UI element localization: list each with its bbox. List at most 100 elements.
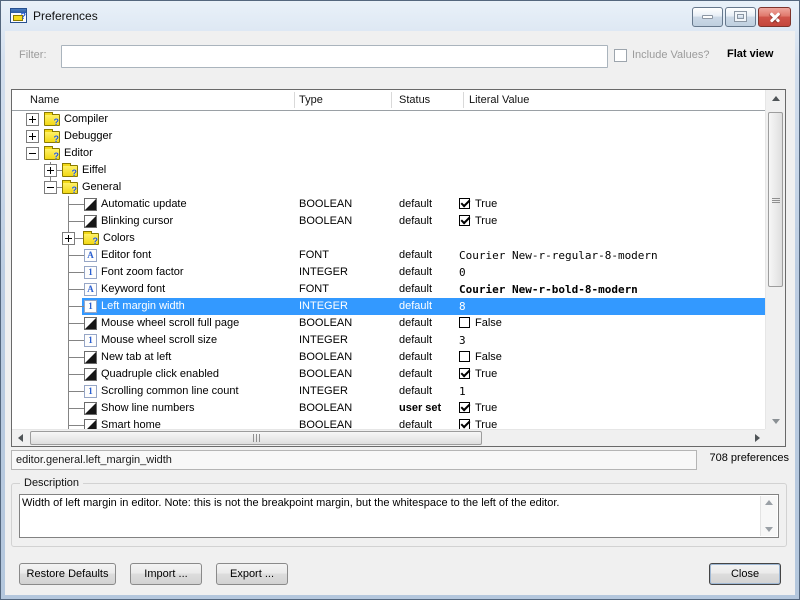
- pref-name-label: New tab at left: [101, 349, 171, 366]
- folder-question-icon: [83, 233, 99, 245]
- column-header-literal-value[interactable]: Literal Value: [469, 90, 529, 110]
- tree-row[interactable]: Automatic updateBOOLEANdefaultTrue: [12, 196, 765, 213]
- tree-row[interactable]: Editor: [12, 145, 765, 162]
- tree-row[interactable]: Mouse wheel scroll full pageBOOLEANdefau…: [12, 315, 765, 332]
- integer-pref-icon: 1: [84, 334, 97, 347]
- maximize-button[interactable]: [725, 7, 756, 27]
- tree-row[interactable]: General: [12, 179, 765, 196]
- description-text: Width of left margin in editor. Note: th…: [22, 496, 756, 510]
- pref-name-cell: 1 Mouse wheel scroll size: [12, 332, 765, 349]
- titlebar: ? Preferences: [1, 1, 799, 31]
- pref-name-cell: 1Left margin width: [12, 298, 765, 315]
- expand-icon[interactable]: [62, 232, 75, 245]
- value-checkbox[interactable]: [459, 351, 470, 362]
- export-button[interactable]: Export ...: [216, 563, 288, 585]
- import-button[interactable]: Import ...: [130, 563, 202, 585]
- column-header-name[interactable]: Name: [30, 90, 59, 110]
- boolean-pref-icon: [84, 402, 97, 415]
- column-separator[interactable]: [391, 92, 392, 108]
- tree-row[interactable]: Compiler: [12, 111, 765, 128]
- tree-row[interactable]: AKeyword fontFONTdefaultCourier New-r-bo…: [12, 281, 765, 298]
- boolean-pref-icon: [84, 368, 97, 381]
- column-header-type[interactable]: Type: [299, 90, 323, 110]
- scroll-right-button[interactable]: [748, 430, 765, 446]
- tree-row[interactable]: Show line numbersBOOLEANuser setTrue: [12, 400, 765, 417]
- collapse-icon[interactable]: [44, 181, 57, 194]
- horizontal-scrollbar-thumb[interactable]: [30, 431, 482, 445]
- tree-row[interactable]: 1Mouse wheel scroll sizeINTEGERdefault3: [12, 332, 765, 349]
- tree-row[interactable]: Quadruple click enabledBOOLEANdefaultTru…: [12, 366, 765, 383]
- pref-name-cell: Mouse wheel scroll full page: [12, 315, 765, 332]
- pref-status: default: [399, 315, 432, 332]
- pref-status: default: [399, 417, 432, 429]
- restore-defaults-button[interactable]: Restore Defaults: [19, 563, 116, 585]
- scroll-left-button[interactable]: [12, 430, 29, 446]
- close-button[interactable]: Close: [709, 563, 781, 585]
- minimize-button[interactable]: [692, 7, 723, 27]
- tree-connector: [68, 272, 84, 273]
- close-window-button[interactable]: [758, 7, 791, 27]
- tree-row[interactable]: 1Font zoom factorINTEGERdefault0: [12, 264, 765, 281]
- value-checkbox[interactable]: [459, 402, 470, 413]
- expand-icon[interactable]: [44, 164, 57, 177]
- scroll-down-button[interactable]: [766, 412, 785, 429]
- pref-type: BOOLEAN: [299, 196, 352, 213]
- description-scroll-down[interactable]: [761, 522, 777, 536]
- grid-rows: CompilerDebuggerEditorEiffelGeneralAutom…: [12, 111, 765, 429]
- expand-icon[interactable]: [26, 130, 39, 143]
- scroll-up-button[interactable]: [766, 90, 785, 107]
- pref-type: BOOLEAN: [299, 400, 352, 417]
- expand-icon[interactable]: [26, 113, 39, 126]
- horizontal-scrollbar[interactable]: [12, 429, 765, 446]
- arrow-up-icon: [772, 96, 780, 101]
- description-scrollbar[interactable]: [760, 496, 777, 536]
- preferences-grid: Name Type Status Literal Value CompilerD…: [11, 89, 786, 447]
- pref-type: BOOLEAN: [299, 417, 352, 429]
- value-checkbox[interactable]: [459, 419, 470, 429]
- tree-row[interactable]: Debugger: [12, 128, 765, 145]
- pref-name-cell: Automatic update: [12, 196, 765, 213]
- vertical-scrollbar[interactable]: [765, 90, 785, 429]
- pref-name-label: Mouse wheel scroll size: [101, 332, 217, 349]
- column-separator[interactable]: [294, 92, 295, 108]
- collapse-icon[interactable]: [26, 147, 39, 160]
- pref-type: INTEGER: [299, 383, 348, 400]
- pref-type: BOOLEAN: [299, 349, 352, 366]
- value-checkbox[interactable]: [459, 368, 470, 379]
- preferences-dialog: ? Preferences Filter: Include Values? Fl…: [0, 0, 800, 600]
- description-scroll-up[interactable]: [761, 496, 777, 510]
- pref-name-cell: New tab at left: [12, 349, 765, 366]
- value-checkbox[interactable]: [459, 215, 470, 226]
- pref-name-cell: Colors: [12, 230, 765, 247]
- tree-row[interactable]: 1Scrolling common line countINTEGERdefau…: [12, 383, 765, 400]
- filter-input[interactable]: [61, 45, 608, 68]
- tree-row[interactable]: New tab at leftBOOLEANdefaultFalse: [12, 349, 765, 366]
- pref-literal-value: True: [459, 366, 497, 383]
- column-header-status[interactable]: Status: [399, 90, 430, 110]
- include-values-checkbox[interactable]: [614, 49, 627, 62]
- pref-status: default: [399, 196, 432, 213]
- pref-status: default: [399, 383, 432, 400]
- value-checkbox[interactable]: [459, 198, 470, 209]
- icon-question-mark: ?: [21, 12, 27, 21]
- pref-name-cell: Debugger: [12, 128, 765, 145]
- tree-row[interactable]: Smart homeBOOLEANdefaultTrue: [12, 417, 765, 429]
- flat-view-toggle[interactable]: Flat view: [727, 48, 773, 60]
- arrow-down-icon: [765, 527, 773, 532]
- pref-status: user set: [399, 400, 441, 417]
- column-separator[interactable]: [463, 92, 464, 108]
- close-icon: [769, 11, 781, 23]
- tree-connector: [68, 408, 84, 409]
- tree-row[interactable]: AEditor fontFONTdefaultCourier New-r-reg…: [12, 247, 765, 264]
- tree-row[interactable]: 1Left margin widthINTEGERdefault8: [12, 298, 765, 315]
- tree-connector: [68, 221, 84, 222]
- folder-question-icon: [62, 165, 78, 177]
- tree-row[interactable]: Colors: [12, 230, 765, 247]
- vertical-scrollbar-thumb[interactable]: [768, 112, 783, 287]
- tree-connector: [68, 289, 84, 290]
- value-checkbox[interactable]: [459, 317, 470, 328]
- pref-type: FONT: [299, 281, 329, 298]
- pref-literal-value: False: [459, 349, 502, 366]
- tree-row[interactable]: Eiffel: [12, 162, 765, 179]
- tree-row[interactable]: Blinking cursorBOOLEANdefaultTrue: [12, 213, 765, 230]
